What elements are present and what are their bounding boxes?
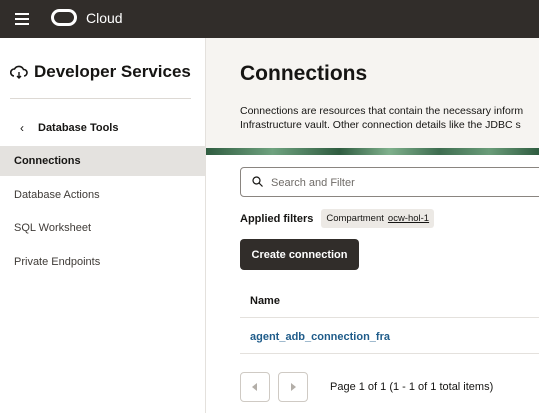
- pagination: Page 1 of 1 (1 - 1 of 1 total items): [240, 372, 493, 402]
- applied-filters-label: Applied filters: [240, 212, 314, 225]
- page-description: Connections are resources that contain t…: [240, 104, 523, 132]
- back-to-database-tools[interactable]: ‹ Database Tools: [20, 121, 119, 135]
- connection-link[interactable]: agent_adb_connection_fra: [250, 331, 390, 343]
- next-page-button[interactable]: [278, 372, 308, 402]
- back-label: Database Tools: [38, 122, 119, 134]
- sidebar-item-database-actions[interactable]: Database Actions: [0, 180, 205, 210]
- page-title: Connections: [240, 62, 368, 85]
- previous-page-button[interactable]: [240, 372, 270, 402]
- search-filter-box[interactable]: [240, 167, 539, 197]
- search-icon: [252, 176, 263, 187]
- column-header-name[interactable]: Name: [240, 284, 539, 318]
- caret-right-icon: [291, 383, 296, 391]
- sidebar-divider: [10, 98, 191, 99]
- sidebar-item-connections[interactable]: Connections: [0, 146, 205, 176]
- sidebar-item-sql-worksheet[interactable]: SQL Worksheet: [0, 213, 205, 243]
- oracle-logo-icon[interactable]: [51, 9, 77, 26]
- page-header: Connections Connections are resources th…: [206, 38, 539, 148]
- table-row: agent_adb_connection_fra: [240, 318, 539, 354]
- top-bar: Cloud: [0, 0, 539, 38]
- caret-left-icon: [252, 383, 257, 391]
- pagination-info: Page 1 of 1 (1 - 1 of 1 total items): [330, 381, 494, 393]
- service-title-text: Developer Services: [34, 62, 191, 81]
- applied-filters: Applied filters Compartment ocw-hol-1: [240, 209, 435, 228]
- chevron-left-icon: ‹: [20, 121, 24, 135]
- filter-chip-value[interactable]: ocw-hol-1: [388, 213, 429, 224]
- menu-icon[interactable]: [15, 13, 29, 25]
- service-title: Developer Services: [10, 62, 191, 82]
- create-connection-button[interactable]: Create connection: [240, 239, 359, 270]
- filter-chip-compartment[interactable]: Compartment ocw-hol-1: [321, 209, 435, 228]
- main-content: Connections Connections are resources th…: [206, 38, 539, 413]
- cloud-developer-icon: [10, 65, 28, 79]
- connections-table: Name agent_adb_connection_fra: [240, 284, 539, 354]
- decorative-band: [206, 148, 539, 155]
- brand-label[interactable]: Cloud: [86, 10, 123, 26]
- search-input[interactable]: [271, 174, 539, 191]
- filter-chip-key: Compartment: [326, 213, 384, 224]
- sidebar-item-private-endpoints[interactable]: Private Endpoints: [0, 247, 205, 277]
- description-line-2: Infrastructure vault. Other connection d…: [240, 119, 521, 131]
- description-line-1: Connections are resources that contain t…: [240, 105, 524, 117]
- sidebar: Developer Services ‹ Database Tools Conn…: [0, 38, 206, 413]
